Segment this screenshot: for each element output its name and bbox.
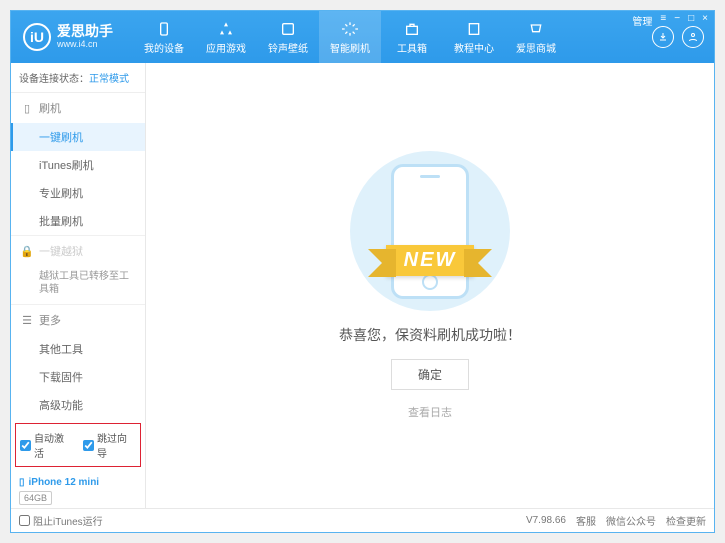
download-button[interactable] [652,26,674,48]
window-controls: 管理 ≡ − □ × [632,13,708,28]
phone-illustration [391,164,469,299]
toolbox-icon [403,20,421,38]
brand-name: 爱思助手 [57,24,113,39]
titlebar-right [652,26,714,48]
book-icon [465,20,483,38]
auto-activate-checkbox[interactable]: 自动激活 [20,430,73,460]
customer-service-link[interactable]: 客服 [576,513,596,528]
device-card[interactable]: ▯iPhone 12 mini 64GB Down-12mini-13,1 [11,471,145,508]
footer: 阻止iTunes运行 V7.98.66 客服 微信公众号 检查更新 [11,508,714,532]
nav-label: 爱思商城 [516,40,556,55]
lock-icon: 🔒 [21,245,33,257]
nav-flash[interactable]: 智能刷机 [319,11,381,63]
version-label: V7.98.66 [526,515,566,526]
nav-label: 智能刷机 [330,40,370,55]
app-window: 管理 ≡ − □ × iU 爱思助手 www.i4.cn 我的设备 应用游戏 铃… [10,10,715,533]
flash-icon [341,20,359,38]
new-ribbon: NEW [386,245,475,276]
maximize-btn[interactable]: □ [688,13,694,28]
sidebar-item-advanced[interactable]: 高级功能 [11,391,145,419]
phone-icon: ▯ [19,477,25,488]
brand-url: www.i4.cn [57,40,113,50]
status-value: 正常模式 [89,74,129,85]
nav-label: 教程中心 [454,40,494,55]
check-update-link[interactable]: 检查更新 [666,513,706,528]
hero-illustration: NEW [340,151,520,311]
sidebar-head-label: 一键越狱 [39,243,83,259]
apps-icon [217,20,235,38]
sidebar-item-other-tools[interactable]: 其他工具 [11,335,145,363]
checkbox-label: 阻止iTunes运行 [33,513,103,528]
nav-store[interactable]: 爱思商城 [505,11,567,63]
logo-area: iU 爱思助手 www.i4.cn [11,23,125,51]
sidebar: 设备连接状态：正常模式 ▯刷机 一键刷机 iTunes刷机 专业刷机 批量刷机 … [11,63,146,508]
nav-label: 工具箱 [397,40,427,55]
nav-apps[interactable]: 应用游戏 [195,11,257,63]
checkbox-label: 跳过向导 [97,430,136,460]
block-itunes-checkbox[interactable]: 阻止iTunes运行 [19,513,103,528]
close-btn[interactable]: × [702,13,708,28]
minimize-btn[interactable]: − [674,13,680,28]
nav-ringtones[interactable]: 铃声壁纸 [257,11,319,63]
user-button[interactable] [682,26,704,48]
skip-guide-checkbox[interactable]: 跳过向导 [83,430,136,460]
sidebar-head-label: 刷机 [39,100,61,116]
nav-label: 我的设备 [144,40,184,55]
sidebar-item-oneclick-flash[interactable]: 一键刷机 [11,123,145,151]
nav-tabs: 我的设备 应用游戏 铃声壁纸 智能刷机 工具箱 教程中心 爱思商城 [133,11,567,63]
sidebar-head-jailbreak[interactable]: 🔒 一键越狱 [11,236,145,266]
device-name: ▯iPhone 12 mini [19,477,137,488]
wechat-link[interactable]: 微信公众号 [606,513,656,528]
nav-label: 应用游戏 [206,40,246,55]
sidebar-item-download-fw[interactable]: 下载固件 [11,363,145,391]
logo-icon: iU [23,23,51,51]
sidebar-item-itunes-flash[interactable]: iTunes刷机 [11,151,145,179]
sidebar-head-label: 更多 [39,312,61,328]
menu-icon: ☰ [21,314,33,326]
sidebar-head-more[interactable]: ☰ 更多 [11,305,145,335]
manage-btn[interactable]: 管理 [632,13,652,28]
nav-my-device[interactable]: 我的设备 [133,11,195,63]
main-content: NEW 恭喜您，保资料刷机成功啦！ 确定 查看日志 [146,63,714,508]
status-label: 设备连接状态： [19,74,89,85]
sidebar-item-pro-flash[interactable]: 专业刷机 [11,179,145,207]
nav-label: 铃声壁纸 [268,40,308,55]
nav-toolbox[interactable]: 工具箱 [381,11,443,63]
success-message: 恭喜您，保资料刷机成功啦！ [339,325,521,345]
options-box: 自动激活 跳过向导 [15,423,141,467]
sidebar-item-batch-flash[interactable]: 批量刷机 [11,207,145,235]
menu-btn[interactable]: ≡ [660,13,666,28]
connection-status: 设备连接状态：正常模式 [11,63,145,93]
view-log-link[interactable]: 查看日志 [408,404,452,420]
cart-icon [527,20,545,38]
device-storage: 64GB [19,491,52,505]
checkbox-label: 自动激活 [34,430,73,460]
wallpaper-icon [279,20,297,38]
sidebar-head-flash[interactable]: ▯ 刷机 [11,93,145,123]
phone-icon [155,20,173,38]
jailbreak-note: 越狱工具已转移至工具箱 [11,266,145,304]
nav-tutorials[interactable]: 教程中心 [443,11,505,63]
phone-icon: ▯ [21,102,33,114]
confirm-button[interactable]: 确定 [391,359,469,390]
titlebar: iU 爱思助手 www.i4.cn 我的设备 应用游戏 铃声壁纸 智能刷机 工具… [11,11,714,63]
